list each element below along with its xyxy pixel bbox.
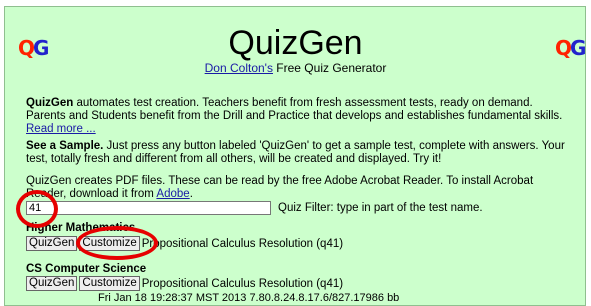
quiz-row-higher-math: QuizGen Customize Propositional Calculus… (26, 236, 343, 251)
quiz-name: Propositional Calculus Resolution (q41) (141, 237, 344, 250)
quizgen-button[interactable]: QuizGen (26, 236, 78, 251)
pdf-end: . (189, 188, 193, 200)
timestamp-line: Fri Jan 18 19:28:37 MST 2013 7.80.8.24.8… (98, 292, 400, 304)
intro-paragraph: QuizGen automates test creation. Teacher… (26, 97, 566, 136)
page-subtitle: Don Colton's Free Quiz Generator (0, 61, 591, 75)
quiz-row-cs: QuizGen Customize Propositional Calculus… (26, 276, 343, 291)
quiz-filter-input[interactable] (26, 201, 271, 215)
annotation-circle-filter (16, 190, 58, 228)
author-link[interactable]: Don Colton's (205, 61, 273, 75)
intro-lead: QuizGen (26, 97, 74, 109)
intro-text: automates test creation. Teachers benefi… (26, 97, 563, 122)
section-title-cs: CS Computer Science (26, 263, 147, 275)
subtitle-text: Free Quiz Generator (272, 61, 387, 75)
quizgen-button[interactable]: QuizGen (26, 276, 78, 291)
adobe-link[interactable]: Adobe (156, 188, 189, 200)
quiz-filter-label: Quiz Filter: type in part of the test na… (278, 202, 483, 214)
customize-button[interactable]: Customize (79, 276, 140, 291)
page-title: QuizGen (228, 24, 363, 62)
read-more-link[interactable]: Read more ... (26, 123, 96, 135)
sample-paragraph: See a Sample. Just press any button labe… (26, 140, 566, 166)
pdf-paragraph: QuizGen creates PDF files. These can be … (26, 175, 566, 201)
sample-text: Just press any button labeled 'QuizGen' … (26, 140, 565, 165)
sample-lead: See a Sample. (26, 140, 104, 152)
annotation-circle-customize (76, 226, 158, 260)
pdf-text: QuizGen creates PDF files. These can be … (26, 175, 534, 200)
quiz-name: Propositional Calculus Resolution (q41) (141, 277, 344, 290)
